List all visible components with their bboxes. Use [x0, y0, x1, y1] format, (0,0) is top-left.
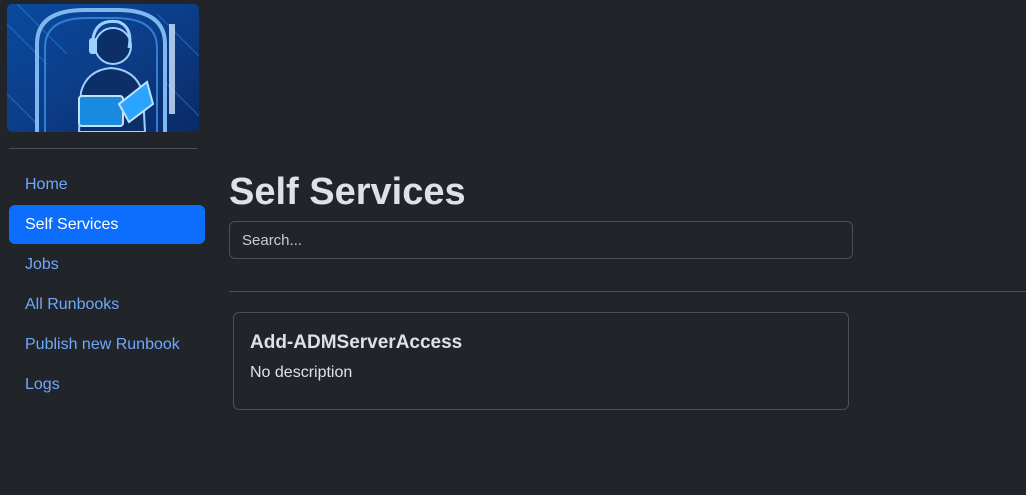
- sidebar-item-logs[interactable]: Logs: [9, 365, 205, 404]
- logo-illustration-icon: [7, 4, 199, 132]
- runbook-card-title: Add-ADMServerAccess: [250, 332, 463, 353]
- logo[interactable]: [7, 4, 199, 132]
- sidebar-item-jobs[interactable]: Jobs: [9, 245, 205, 284]
- sidebar-item-home[interactable]: Home: [9, 165, 205, 204]
- main-content: Self Services Add-ADMServerAccess No des…: [229, 0, 1026, 495]
- sidebar-nav: Home Self Services Jobs All Runbooks Pub…: [9, 165, 205, 405]
- sidebar-item-self-services[interactable]: Self Services: [9, 205, 205, 244]
- sidebar: Home Self Services Jobs All Runbooks Pub…: [0, 0, 214, 495]
- search-input[interactable]: [229, 221, 853, 259]
- page-title: Self Services: [229, 171, 466, 213]
- sidebar-item-publish-new-runbook[interactable]: Publish new Runbook: [9, 325, 205, 364]
- sidebar-divider: [9, 148, 197, 149]
- content-divider: [229, 291, 1026, 292]
- sidebar-item-all-runbooks[interactable]: All Runbooks: [9, 285, 205, 324]
- runbook-card[interactable]: Add-ADMServerAccess No description: [233, 312, 849, 410]
- runbook-card-description: No description: [250, 364, 353, 381]
